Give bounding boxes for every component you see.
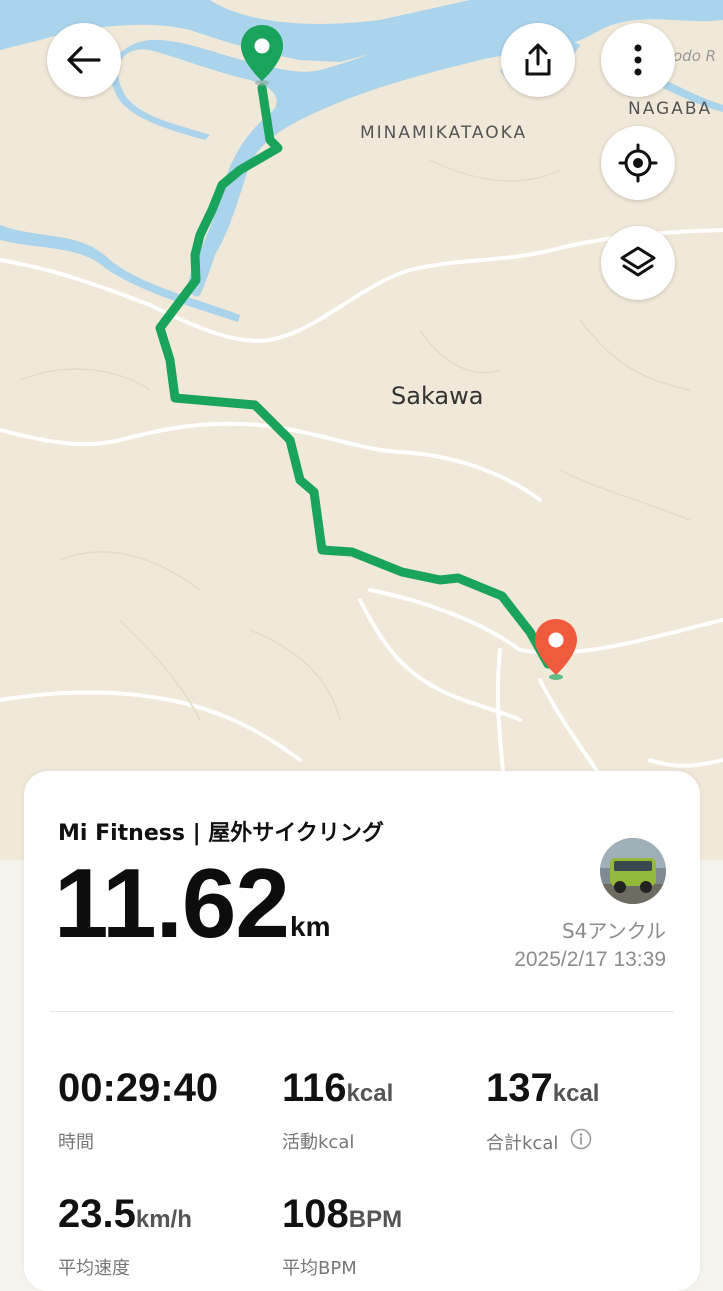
share-icon <box>525 43 551 76</box>
map-label-kodo: odo R <box>673 47 717 65</box>
avatar[interactable] <box>600 838 666 904</box>
map-label-minamikataoka: MINAMIKATAOKA <box>360 123 528 143</box>
workout-summary-card: Mi Fitness | 屋外サイクリング 11.62 km S4アンクル 20… <box>24 771 700 1291</box>
layers-icon <box>620 246 656 277</box>
layers-button[interactable] <box>601 226 675 300</box>
stat-label-row: 合計kcal <box>486 1128 599 1155</box>
stat-duration: 00:29:40 時間 <box>58 1066 218 1154</box>
stat-value: 137kcal <box>486 1066 599 1116</box>
stat-label: 時間 <box>58 1132 94 1153</box>
more-button[interactable] <box>601 23 675 97</box>
distance-unit: km <box>290 911 331 942</box>
distance-value: 11.62 <box>54 848 290 958</box>
end-pin-icon <box>535 619 577 680</box>
info-icon-svg <box>571 1128 592 1150</box>
stat-value: 116kcal <box>282 1066 393 1116</box>
locate-button[interactable] <box>601 126 675 200</box>
info-icon[interactable] <box>570 1128 592 1155</box>
stat-unit: kcal <box>346 1080 394 1107</box>
stat-avg-bpm: 108BPM 平均BPM <box>282 1192 402 1280</box>
stat-number: 23.5 <box>58 1192 136 1236</box>
stat-label: 平均速度 <box>58 1258 130 1279</box>
stat-number: 00:29:40 <box>58 1066 219 1110</box>
share-button[interactable] <box>501 23 575 97</box>
map-label-sakawa: Sakawa <box>391 382 484 410</box>
stat-total-kcal: 137kcal 合計kcal <box>486 1066 599 1155</box>
stat-number: 116 <box>282 1066 347 1110</box>
start-pin-icon <box>241 25 283 86</box>
stat-value: 23.5km/h <box>58 1192 192 1242</box>
stat-number: 108 <box>282 1192 349 1236</box>
stat-value: 108BPM <box>282 1192 402 1242</box>
stat-active-kcal: 116kcal 活動kcal <box>282 1066 393 1154</box>
stat-number: 137 <box>486 1066 553 1110</box>
stat-label: 合計kcal <box>486 1132 559 1154</box>
end-pin[interactable] <box>532 617 580 683</box>
stat-avg-speed: 23.5km/h 平均速度 <box>58 1192 192 1280</box>
stat-unit: kcal <box>552 1080 600 1107</box>
divider <box>50 1011 674 1012</box>
stat-unit: BPM <box>348 1206 403 1233</box>
stat-unit: km/h <box>135 1206 192 1233</box>
start-pin[interactable] <box>238 23 286 89</box>
map-label-nagaba: NAGABA <box>628 99 713 119</box>
app-activity-title: Mi Fitness | 屋外サイクリング <box>58 821 384 846</box>
workout-datetime: 2025/2/17 13:39 <box>514 948 666 971</box>
back-button[interactable] <box>47 23 121 97</box>
stat-label: 平均BPM <box>282 1258 357 1279</box>
route-map[interactable]: MINAMIKATAOKA NAGABA Sakawa odo R <box>0 0 723 860</box>
locate-icon <box>618 143 658 183</box>
car-photo-icon <box>600 838 666 904</box>
device-name: S4アンクル <box>561 919 666 943</box>
stat-label: 活動kcal <box>282 1132 355 1153</box>
stat-value: 00:29:40 <box>58 1066 218 1116</box>
more-vertical-icon <box>634 44 642 76</box>
arrow-left-icon <box>67 46 101 74</box>
